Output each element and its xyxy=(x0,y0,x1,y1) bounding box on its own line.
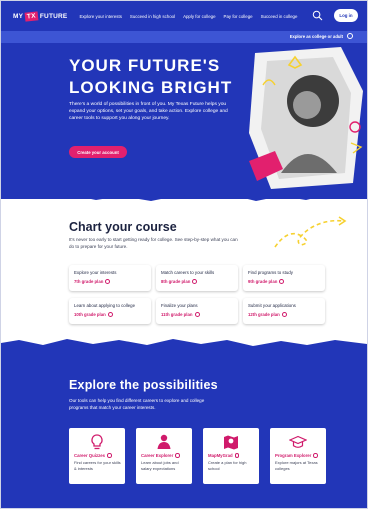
plan-card-link[interactable]: 8th grade plan xyxy=(161,279,198,284)
arrow-circle-icon xyxy=(194,312,200,317)
tool-desc: Find careers for your skills & interests xyxy=(74,460,121,471)
dashed-arrow-decoration xyxy=(274,216,347,248)
plan-card-link[interactable]: 9th grade plan xyxy=(248,279,285,284)
tool-name[interactable]: Career Explorer xyxy=(141,453,180,458)
plan-card-title: Submit your applications xyxy=(248,303,296,308)
plan-card-title: Match careers to your skills xyxy=(161,270,215,275)
tool-desc: Explore majors at Texas colleges xyxy=(275,460,318,471)
plan-card-link[interactable]: 12th grade plan xyxy=(248,312,287,317)
chart-title: Chart your course xyxy=(69,220,177,234)
nav-link-explore-interests[interactable]: Explore your interests xyxy=(79,14,121,19)
nav-link-pay-college[interactable]: Pay for college xyxy=(224,14,253,19)
arrow-circle-icon xyxy=(107,453,112,458)
tool-card-mapmygrad[interactable]: MapMyGrad Create a plan for high school xyxy=(203,428,259,484)
plan-card-link[interactable]: 10th grade plan xyxy=(74,312,113,317)
tool-name[interactable]: Program Explorer xyxy=(275,453,318,458)
nav-link-succeed-high-school[interactable]: Succeed in high school xyxy=(130,14,175,19)
arrow-circle-icon xyxy=(175,453,180,458)
nav-link-succeed-college[interactable]: Succeed in college xyxy=(261,14,298,19)
logo-tx: TX xyxy=(24,10,39,22)
logo-post: FUTURE xyxy=(39,12,68,20)
arrow-circle-icon xyxy=(107,312,113,317)
graduation-cap-icon xyxy=(289,435,307,448)
plan-card-title: Find programs to study xyxy=(248,270,293,275)
chart-subtitle: It's never too early to start getting re… xyxy=(69,237,238,249)
plan-card-link[interactable]: 11th grade plan xyxy=(161,312,200,317)
arrow-circle-icon xyxy=(279,279,285,284)
person-icon xyxy=(157,434,171,449)
plan-card-9th[interactable]: Find programs to study 9th grade plan xyxy=(243,265,325,291)
audience-bar: Explore as college or adult xyxy=(1,31,367,43)
tool-desc: Learn about jobs and salary expectations xyxy=(141,460,179,471)
arrow-circle-icon xyxy=(281,312,287,317)
plan-card-link[interactable]: 7th grade plan xyxy=(74,279,111,284)
nav-link-apply-college[interactable]: Apply for college xyxy=(183,14,215,19)
lightbulb-icon xyxy=(91,434,103,450)
login-button[interactable]: Log in xyxy=(334,9,358,22)
explore-subtitle: Our tools can help you find different ca… xyxy=(69,398,205,410)
tool-card-career-explorer[interactable]: Career Explorer Learn about jobs and sal… xyxy=(136,428,192,484)
tool-name[interactable]: MapMyGrad xyxy=(208,453,240,458)
page: MY TX FUTURE Explore your interests Succ… xyxy=(0,0,368,509)
arrow-circle-icon[interactable] xyxy=(347,33,353,39)
plan-card-8th[interactable]: Match careers to your skills 8th grade p… xyxy=(156,265,238,291)
search-icon[interactable] xyxy=(312,10,323,21)
plan-card-title: Finalize your plans xyxy=(161,303,198,308)
plan-card-title: Learn about applying to college xyxy=(74,303,136,308)
logo[interactable]: MY TX FUTURE xyxy=(13,10,68,22)
nav-links: Explore your interests Succeed in high s… xyxy=(79,14,297,19)
create-account-button[interactable]: Create your account xyxy=(69,146,127,158)
hero-title-line2: LOOKING BRIGHT xyxy=(69,78,233,97)
hero-photo-collage xyxy=(249,47,363,189)
hero-section: YOUR FUTURE'S LOOKING BRIGHT There's a w… xyxy=(1,43,367,199)
tool-card-career-quizzes[interactable]: Career Quizzes Find careers for your ski… xyxy=(69,428,125,484)
arrow-circle-icon xyxy=(234,453,240,458)
plan-card-7th[interactable]: Explore your interests 7th grade plan xyxy=(69,265,151,291)
tool-card-program-explorer[interactable]: Program Explorer Explore majors at Texas… xyxy=(270,428,326,484)
plan-card-title: Explore your interests xyxy=(74,270,117,275)
tool-desc: Create a plan for high school xyxy=(208,460,247,471)
map-pin-icon xyxy=(224,435,238,450)
plan-card-10th[interactable]: Learn about applying to college 10th gra… xyxy=(69,298,151,324)
tool-name[interactable]: Career Quizzes xyxy=(74,453,112,458)
explore-title: Explore the possibilities xyxy=(69,378,218,392)
arrow-circle-icon xyxy=(105,279,111,284)
hero-title: YOUR FUTURE'S LOOKING BRIGHT xyxy=(69,55,232,99)
logo-pre: MY xyxy=(13,12,24,20)
hero-title-line1: YOUR FUTURE'S xyxy=(69,56,221,75)
hero-body: There's a world of possibilities in fron… xyxy=(69,102,228,121)
plan-card-11th[interactable]: Finalize your plans 11th grade plan xyxy=(156,298,238,324)
top-nav: MY TX FUTURE Explore your interests Succ… xyxy=(1,1,367,31)
arrow-circle-icon xyxy=(313,453,318,458)
arrow-circle-icon xyxy=(192,279,198,284)
audience-switch-link[interactable]: Explore as college or adult xyxy=(290,34,343,39)
plan-card-12th[interactable]: Submit your applications 12th grade plan xyxy=(243,298,325,324)
explore-section: Explore the possibilities Our tools can … xyxy=(1,346,367,508)
torn-edge-divider xyxy=(1,189,367,201)
